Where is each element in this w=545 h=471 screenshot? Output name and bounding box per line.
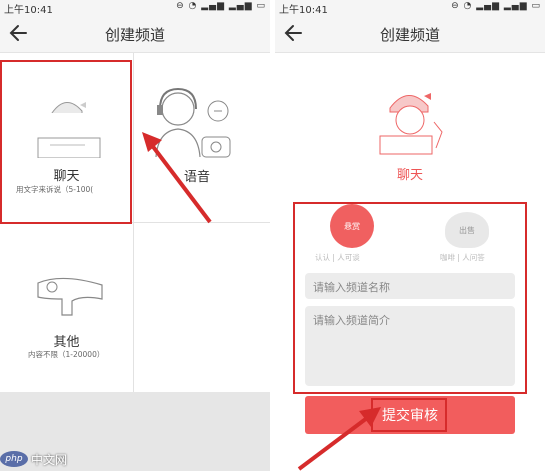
highlight-box xyxy=(293,202,527,394)
status-icons: ⊖ ◔ ▂▄▆ ▂▄▆ ▭ xyxy=(176,1,266,11)
other-subtitle: 内容不限（1-20000） xyxy=(28,350,105,359)
status-bar: 上午10:41 ⊖ ◔ ▂▄▆ ▂▄▆ ▭ xyxy=(0,0,270,16)
status-time: 上午10:41 xyxy=(279,5,328,16)
watermark: php 中文网 xyxy=(0,449,67,469)
page-title: 创建频道 xyxy=(379,26,440,44)
right-phone-screen: 上午10:41 ⊖ ◔ ▂▄▆ ▂▄▆ ▭ 创建频道 聊天 悬赏 认认 | 人可… xyxy=(275,0,545,471)
status-bar: 上午10:41 ⊖ ◔ ▂▄▆ ▂▄▆ ▭ xyxy=(275,0,545,16)
watermark-text: 中文网 xyxy=(31,452,68,467)
channel-type-other[interactable]: 其他 内容不限（1-20000） xyxy=(0,223,133,393)
chat-illustration-icon xyxy=(379,93,443,155)
other-illustration-icon xyxy=(37,277,103,316)
other-label: 其他 xyxy=(53,335,80,350)
status-time: 上午10:41 xyxy=(4,5,53,16)
title-bar: 创建频道 xyxy=(275,16,545,53)
chat-label: 聊天 xyxy=(396,168,423,183)
page-title: 创建频道 xyxy=(104,26,165,44)
left-phone-screen: 上午10:41 ⊖ ◔ ▂▄▆ ▂▄▆ ▭ 创建频道 聊天 用文字来诉说（5-1… xyxy=(0,0,270,471)
annotation-arrow xyxy=(142,132,212,224)
watermark-logo: php xyxy=(0,451,28,467)
annotation-arrow xyxy=(297,407,381,471)
status-icons: ⊖ ◔ ▂▄▆ ▂▄▆ ▭ xyxy=(451,1,541,11)
highlight-box xyxy=(0,60,132,224)
title-bar: 创建频道 xyxy=(0,16,270,53)
